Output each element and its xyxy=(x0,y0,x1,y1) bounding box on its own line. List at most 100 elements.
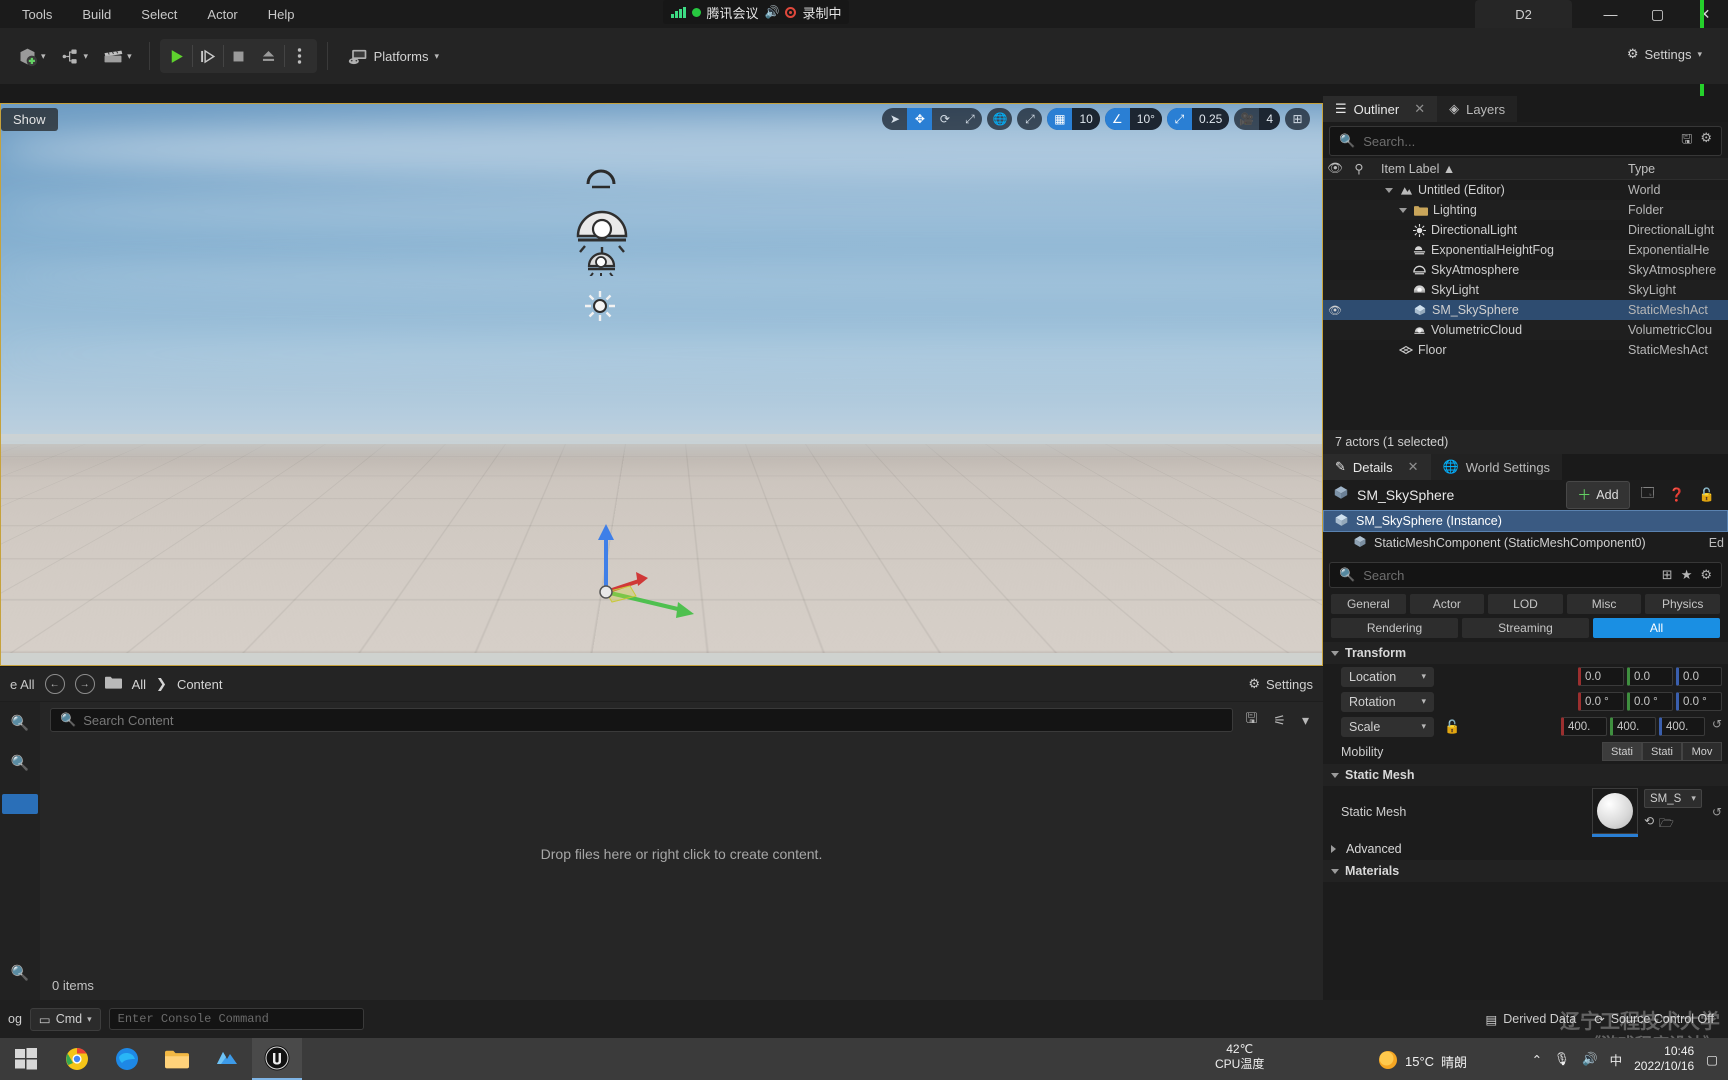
rotation-y-field[interactable]: 0.0 ° xyxy=(1627,692,1673,711)
add-component-button[interactable]: ＋ Add xyxy=(1566,481,1630,509)
chevron-down-icon[interactable] xyxy=(1399,207,1407,213)
add-content-button[interactable]: ▾ xyxy=(10,41,53,72)
column-type[interactable]: Type xyxy=(1628,162,1728,176)
content-browser-settings-button[interactable]: ⚙ Settings xyxy=(1248,676,1313,692)
back-button[interactable]: ← xyxy=(44,674,65,694)
close-icon[interactable]: ✕ xyxy=(1414,101,1425,117)
directionallight-sprite-icon[interactable] xyxy=(584,290,616,322)
close-button[interactable]: ✕ xyxy=(1681,0,1728,28)
select-mode-button[interactable]: ➤ xyxy=(882,108,907,130)
outliner-list[interactable]: Untitled (Editor) World Lighting Folder Dire… xyxy=(1323,180,1728,430)
save-all-button[interactable]: e All xyxy=(10,677,35,692)
component-child-row[interactable]: StaticMeshComponent (StaticMeshComponent… xyxy=(1323,532,1728,554)
save-icon[interactable]: 🖫 xyxy=(1681,130,1692,152)
details-filter-actor[interactable]: Actor xyxy=(1409,594,1485,614)
lock-icon[interactable]: 🔓 xyxy=(1696,487,1718,503)
skylight-sprite-icon[interactable] xyxy=(573,196,631,254)
volumetriccloud-sprite-icon[interactable] xyxy=(585,248,618,276)
location-dropdown[interactable]: Location ▾ xyxy=(1341,666,1434,687)
browse-to-asset-icon[interactable]: ⟲ xyxy=(1644,814,1654,835)
surface-snap-button[interactable]: ⤢ xyxy=(1017,108,1043,130)
favorite-icon[interactable]: ★ xyxy=(1681,567,1693,583)
details-search-input[interactable]: 🔍 Search ⊞ ★ ⚙ xyxy=(1329,562,1722,588)
chevron-down-icon[interactable] xyxy=(1385,187,1393,193)
rotation-dropdown[interactable]: Rotation ▾ xyxy=(1341,691,1434,712)
transform-gizmo[interactable] xyxy=(596,522,716,632)
menu-actor[interactable]: Actor xyxy=(193,3,251,26)
gear-icon[interactable]: ⚙ xyxy=(1700,130,1712,152)
outliner-search-input[interactable]: 🔍 Search... 🖫 ⚙ xyxy=(1329,126,1722,156)
static-mesh-selector[interactable]: SM_S ▾ xyxy=(1643,789,1702,808)
scale-y-field[interactable]: 400. xyxy=(1609,717,1656,736)
static-mesh-thumbnail[interactable] xyxy=(1591,787,1638,834)
outliner-row-floor[interactable]: Floor StaticMeshAct xyxy=(1323,340,1728,360)
scale-lock-icon[interactable]: 🔓 xyxy=(1444,719,1460,735)
console-mode-selector[interactable]: ▭ Cmd ▾ xyxy=(29,1007,101,1031)
search-icon[interactable]: 🔍 xyxy=(11,754,30,772)
grid-snap-toggle[interactable]: ▦ xyxy=(1047,108,1073,130)
play-button[interactable] xyxy=(162,40,192,72)
scale-mode-button[interactable]: ⤢ xyxy=(957,108,982,130)
blueprint-edit-icon[interactable]: 🗔 xyxy=(1638,484,1658,506)
angle-snap-value[interactable]: 10° xyxy=(1129,108,1162,130)
eject-button[interactable] xyxy=(254,40,284,72)
outliner-row-skylight[interactable]: SkyLight SkyLight xyxy=(1323,280,1728,300)
content-search-input[interactable]: 🔍 Search Content xyxy=(50,708,1234,732)
mobility-option-2[interactable]: Mov xyxy=(1682,742,1722,761)
pin-column-icon[interactable]: ⚲ xyxy=(1347,161,1371,176)
stop-button[interactable] xyxy=(224,40,254,72)
mobility-option-0[interactable]: Stati xyxy=(1602,742,1642,761)
microphone-icon[interactable]: 🎙 xyxy=(1554,1052,1570,1067)
grid-view-icon[interactable]: ⊞ xyxy=(1662,567,1673,583)
outliner-row-exponentialheightfog[interactable]: ExponentialHeightFog ExponentialHe xyxy=(1323,240,1728,260)
breadcrumb-content[interactable]: Content xyxy=(177,677,223,692)
outliner-row-sm-skysphere[interactable]: 👁 SM_SkySphere StaticMeshAct xyxy=(1323,300,1728,320)
sources-selected-item[interactable] xyxy=(2,794,38,814)
column-item-label[interactable]: Item Label ▲ xyxy=(1371,162,1628,176)
visibility-column-icon[interactable]: 👁 xyxy=(1323,161,1347,176)
filter-icon[interactable]: ⚟ xyxy=(1269,710,1290,731)
reset-scale-icon[interactable]: ↺ xyxy=(1708,717,1722,736)
outliner-row-skyatmosphere[interactable]: SkyAtmosphere SkyAtmosphere xyxy=(1323,260,1728,280)
location-z-field[interactable]: 0.0 xyxy=(1676,667,1722,686)
tab-outliner[interactable]: ☰ Outliner ✕ xyxy=(1323,96,1438,122)
save-search-icon[interactable]: 🖫 xyxy=(1241,706,1261,734)
edge-taskbar-icon[interactable] xyxy=(102,1038,152,1080)
details-filter-lod[interactable]: LOD xyxy=(1488,594,1563,614)
section-static-mesh[interactable]: Static Mesh xyxy=(1323,764,1728,786)
grid-snap-value[interactable]: 10 xyxy=(1072,108,1100,130)
viewport-layout-button[interactable]: ⊞ xyxy=(1285,108,1310,130)
coordinate-space-button[interactable]: 🌐 xyxy=(987,108,1013,130)
maximize-button[interactable]: ▢ xyxy=(1634,0,1681,28)
skyatmosphere-sprite-icon[interactable] xyxy=(584,166,618,190)
store-taskbar-icon[interactable] xyxy=(202,1038,252,1080)
visibility-toggle-icon[interactable]: 👁 xyxy=(1323,304,1347,317)
details-filter-physics[interactable]: Physics xyxy=(1645,594,1720,614)
forward-button[interactable]: → xyxy=(74,674,95,694)
section-advanced[interactable]: Advanced xyxy=(1323,838,1728,860)
details-filter-streaming[interactable]: Streaming xyxy=(1462,618,1589,638)
chevron-down-icon[interactable]: ▾ xyxy=(1298,710,1313,731)
platforms-button[interactable]: Platforms ▾ xyxy=(338,42,449,71)
scale-z-field[interactable]: 400. xyxy=(1658,717,1705,736)
details-filter-misc[interactable]: Misc xyxy=(1566,594,1642,614)
tab-details[interactable]: ✎ Details ✕ xyxy=(1323,454,1431,480)
document-tab-d2[interactable]: D2 xyxy=(1475,0,1572,28)
cinematics-button[interactable]: ▾ xyxy=(95,41,139,72)
search-icon[interactable]: 🔍 xyxy=(11,964,30,982)
mobility-option-1[interactable]: Stati xyxy=(1642,742,1682,761)
rotate-mode-button[interactable]: ⟳ xyxy=(932,108,957,130)
gear-icon[interactable]: ⚙ xyxy=(1700,567,1712,583)
toolbar-settings-button[interactable]: ⚙ Settings ▾ xyxy=(1617,40,1712,68)
weather-widget[interactable]: 15°C 晴朗 xyxy=(1378,1050,1467,1073)
scale-snap-value[interactable]: 0.25 xyxy=(1191,108,1230,130)
use-selected-asset-icon[interactable]: 🗁 xyxy=(1659,814,1674,835)
menu-help[interactable]: Help xyxy=(254,3,309,26)
skip-button[interactable] xyxy=(193,40,223,72)
section-materials[interactable]: Materials xyxy=(1323,860,1728,882)
console-command-input[interactable]: Enter Console Command xyxy=(108,1008,364,1030)
more-options-button[interactable] xyxy=(285,40,315,72)
reset-static-mesh-icon[interactable]: ↺ xyxy=(1708,805,1722,819)
ime-indicator[interactable]: 中 xyxy=(1610,1050,1623,1069)
viewport-show-button[interactable]: Show xyxy=(1,108,58,131)
